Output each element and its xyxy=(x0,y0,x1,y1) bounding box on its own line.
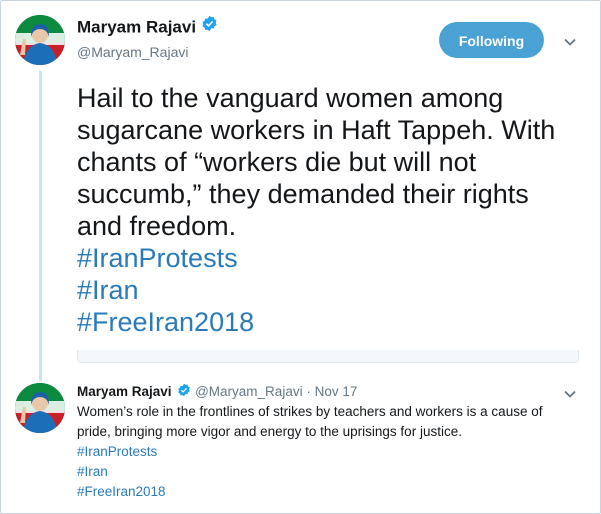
tweet-date[interactable]: Nov 17 xyxy=(315,384,358,399)
author-name-text[interactable]: Maryam Rajavi xyxy=(77,17,196,36)
avatar[interactable] xyxy=(15,383,65,433)
verified-badge-icon xyxy=(177,383,191,400)
hashtag-link[interactable]: #IranProtests xyxy=(77,442,567,462)
chevron-down-icon[interactable] xyxy=(563,35,577,49)
tweet-card: Maryam Rajavi @Maryam_Rajavi Following H… xyxy=(0,0,601,514)
verified-badge-icon xyxy=(201,15,218,37)
hashtag-link[interactable]: #Iran xyxy=(77,462,567,482)
media-preview[interactable] xyxy=(77,350,579,363)
separator-dot: · xyxy=(306,384,311,400)
chevron-down-icon[interactable] xyxy=(563,387,577,401)
hashtag-link[interactable]: #FreeIran2018 xyxy=(77,482,567,502)
avatar-portrait-icon xyxy=(15,15,65,65)
quoted-header: Maryam Rajavi @Maryam_Rajavi · Nov 17 xyxy=(77,383,358,401)
tweet-text: Hail to the vanguard women among sugarca… xyxy=(77,83,556,241)
quoted-author-handle[interactable]: @Maryam_Rajavi xyxy=(195,384,302,399)
hashtag-link[interactable]: #FreeIran2018 xyxy=(77,306,577,338)
author-name[interactable]: Maryam Rajavi xyxy=(77,15,218,39)
following-button[interactable]: Following xyxy=(439,22,544,58)
quoted-tweet-text: Women’s role in the frontlines of strike… xyxy=(77,404,543,439)
quoted-author-name[interactable]: Maryam Rajavi xyxy=(77,384,172,399)
avatar[interactable] xyxy=(15,15,65,65)
quoted-tweet-body: Women’s role in the frontlines of strike… xyxy=(77,402,567,502)
hashtag-link[interactable]: #Iran xyxy=(77,274,577,306)
author-handle[interactable]: @Maryam_Rajavi xyxy=(77,44,188,60)
thread-line xyxy=(39,71,42,381)
hashtag-link[interactable]: #IranProtests xyxy=(77,242,577,274)
avatar-portrait-icon xyxy=(15,383,65,433)
tweet-body: Hail to the vanguard women among sugarca… xyxy=(77,82,577,338)
